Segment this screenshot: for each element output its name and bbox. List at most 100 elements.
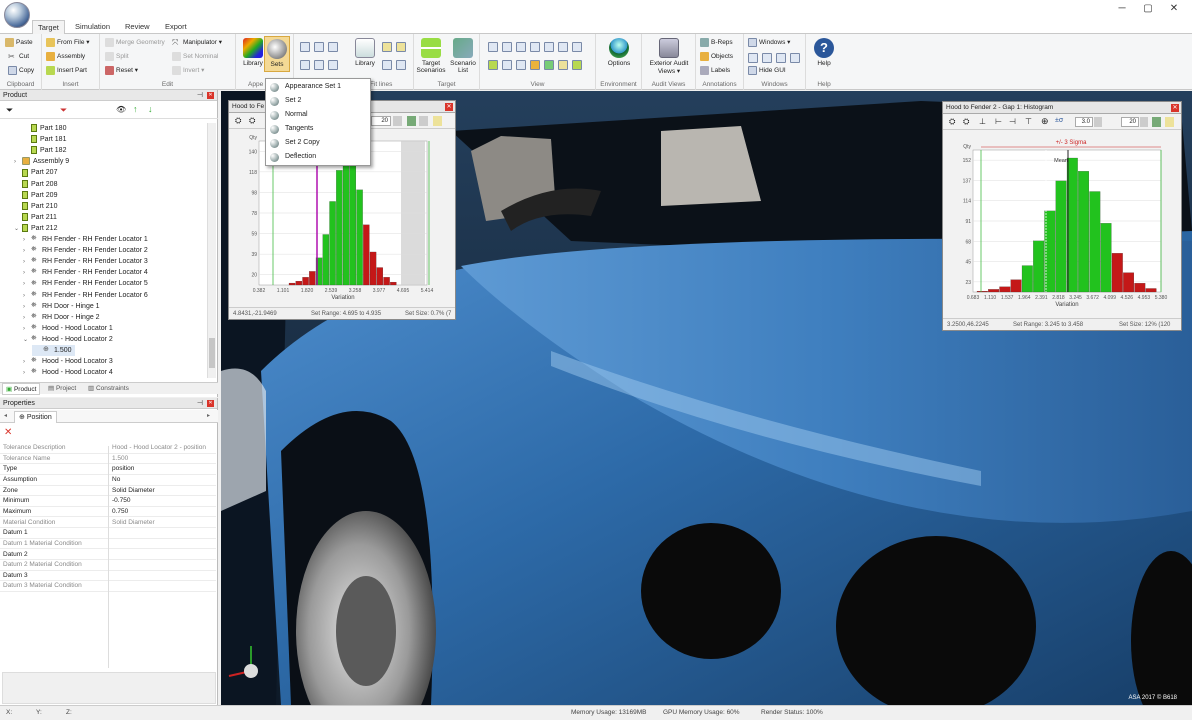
layout-icon[interactable] xyxy=(790,53,800,63)
binoculars-icon[interactable]: 👁 xyxy=(116,105,126,114)
fit-tool-icon-1[interactable] xyxy=(300,42,310,52)
property-value[interactable]: Solid Diameter xyxy=(112,486,155,497)
reset-button[interactable]: Reset ▾ xyxy=(105,65,138,76)
fit-tool-icon-6[interactable] xyxy=(328,60,338,70)
histogram-right-titlebar[interactable]: Hood to Fender 2 - Gap 1: Histogram ✕ xyxy=(943,102,1181,114)
menu-item-deflection[interactable]: Deflection xyxy=(266,150,370,164)
bins-spinner-2[interactable] xyxy=(419,116,428,126)
tab-product[interactable]: ▣ Product xyxy=(2,383,41,395)
help-button[interactable]: ? Help xyxy=(809,36,839,67)
tab-constraints[interactable]: ▥ Constraints xyxy=(88,383,129,395)
tree-item[interactable]: › ⛯ RH Fender - RH Fender Locator 3 xyxy=(23,256,148,267)
set-nominal-button[interactable]: Set Nominal xyxy=(172,51,218,62)
tree-scrollbar[interactable] xyxy=(207,123,216,378)
axis-x-icon[interactable]: ⊥ xyxy=(979,117,986,126)
breps-button[interactable]: B-Reps xyxy=(700,37,733,48)
scrollbar-thumb[interactable] xyxy=(209,338,215,368)
view-left-icon[interactable] xyxy=(516,42,526,52)
cascade-icon[interactable] xyxy=(748,53,758,63)
tree-item[interactable]: ⌄ Part 212 xyxy=(14,223,57,234)
maximize-button[interactable]: ▢ xyxy=(1140,3,1156,14)
menu-item-tangents[interactable]: Tangents xyxy=(266,122,370,136)
view-right-icon[interactable] xyxy=(530,42,540,52)
paste-button[interactable]: Paste xyxy=(5,37,33,48)
split-button[interactable]: Split xyxy=(105,51,129,62)
shade-icon[interactable] xyxy=(544,60,554,70)
zoom-fit-icon[interactable] xyxy=(530,60,540,70)
tab-review[interactable]: Review xyxy=(120,20,155,34)
select-part-icon[interactable] xyxy=(572,60,582,70)
zoom-out-icon[interactable] xyxy=(516,60,526,70)
label-toggle-icon[interactable] xyxy=(1165,117,1174,127)
property-value[interactable]: 1.500 xyxy=(112,454,128,465)
tree-item[interactable]: › ⛯ RH Door - Hinge 1 xyxy=(23,301,100,312)
options-button[interactable]: Options xyxy=(604,36,634,67)
tree-item[interactable]: › ⛯ RH Fender - RH Fender Locator 2 xyxy=(23,245,148,256)
view-bottom-icon[interactable] xyxy=(558,42,568,52)
edge-tool-icon-1[interactable] xyxy=(382,42,392,52)
close-histogram-icon[interactable]: ✕ xyxy=(445,103,453,111)
axis-z-icon[interactable]: ⊣ xyxy=(1009,117,1016,126)
property-value[interactable]: Solid Diameter xyxy=(112,518,155,529)
tree-item[interactable]: Part 181 xyxy=(23,134,66,145)
tab-scroll-left-icon[interactable]: ◂ xyxy=(4,412,7,419)
histogram-tool-icon-1[interactable]: ⛭ xyxy=(949,117,955,127)
tree-item[interactable]: › ⛯ Hood - Hood Locator 3 xyxy=(23,356,113,367)
tree-item[interactable]: Part 208 xyxy=(14,179,57,190)
tab-target[interactable]: Target xyxy=(32,20,65,35)
delete-icon[interactable]: ✕ xyxy=(4,428,12,438)
target-icon[interactable]: ⊕ xyxy=(1041,116,1049,127)
manipulator-button[interactable]: ⤧ Manipulator ▾ xyxy=(172,37,222,48)
menu-item-set-2[interactable]: Set 2 xyxy=(266,94,370,108)
tile-h-icon[interactable] xyxy=(762,53,772,63)
copy-button[interactable]: Copy xyxy=(8,65,34,76)
labels-button[interactable]: Labels xyxy=(700,65,730,76)
fit-tool-icon-4[interactable] xyxy=(300,60,310,70)
highlight-icon[interactable] xyxy=(558,60,568,70)
sets-button[interactable]: Sets xyxy=(264,36,290,72)
tree-item[interactable]: › ⛯ RH Fender - RH Fender Locator 6 xyxy=(23,290,148,301)
sigma-input[interactable]: 3.0 xyxy=(1075,117,1093,127)
histogram-tool-icon-2[interactable]: ⛭ xyxy=(963,117,969,127)
from-file-button[interactable]: From File ▾ xyxy=(46,37,90,48)
menu-item-set-2-copy[interactable]: Set 2 Copy xyxy=(266,136,370,150)
view-back-icon[interactable] xyxy=(502,42,512,52)
pin-icon[interactable]: ⊣ xyxy=(197,90,203,101)
tree-item[interactable]: Part 207 xyxy=(14,167,57,178)
zoom-in-icon[interactable] xyxy=(502,60,512,70)
pin-icon[interactable]: ⊣ xyxy=(197,398,203,409)
menu-item-appearance-set-1[interactable]: Appearance Set 1 xyxy=(266,80,370,94)
app-logo-icon[interactable] xyxy=(4,2,30,28)
invert-button[interactable]: Invert ▾ xyxy=(172,65,204,76)
arrow-down-icon[interactable]: ↓ xyxy=(148,104,153,114)
edge-tool-icon-2[interactable] xyxy=(396,42,406,52)
hide-gui-button[interactable]: Hide GUI xyxy=(748,65,786,76)
expand-chevron-icon[interactable]: ⌄ xyxy=(14,224,22,235)
property-value[interactable]: No xyxy=(112,475,120,486)
insert-part-button[interactable]: Insert Part xyxy=(46,65,87,76)
filter-icon[interactable]: ⏷ xyxy=(6,105,13,116)
bins-spinner[interactable] xyxy=(393,116,402,126)
tree-item[interactable]: Part 182 xyxy=(23,145,66,156)
close-panel-icon[interactable]: ✕ xyxy=(207,400,214,407)
clear-filter-icon[interactable]: ⏷ xyxy=(60,105,67,116)
tab-simulation[interactable]: Simulation xyxy=(70,20,115,34)
sigma-icon[interactable]: ±σ xyxy=(1055,117,1063,124)
fit-tool-icon-5[interactable] xyxy=(314,60,324,70)
edge-tool-icon-3[interactable] xyxy=(382,60,392,70)
export-icon[interactable] xyxy=(407,116,416,126)
tree-item[interactable]: › Assembly 9 xyxy=(14,156,69,167)
target-scenarios-button[interactable]: Target Scenarios xyxy=(416,36,446,74)
property-value[interactable]: position xyxy=(112,464,134,475)
tab-scroll-right-icon[interactable]: ▸ xyxy=(207,412,210,419)
objects-button[interactable]: Objects xyxy=(700,51,733,62)
tab-position[interactable]: ⊕ Position xyxy=(14,411,57,423)
tree-item[interactable]: ⊕ 1.500 xyxy=(32,345,75,356)
histogram-tool-icon-1[interactable]: ⛭ xyxy=(235,116,241,126)
axis-y-icon[interactable]: ⊢ xyxy=(995,117,1002,126)
tree-item[interactable]: › ⛯ RH Door - Hinge 2 xyxy=(23,312,100,323)
tree-item[interactable]: Part 210 xyxy=(14,201,57,212)
expand-chevron-icon[interactable]: ⌄ xyxy=(23,335,31,346)
tree-item[interactable]: › ⛯ RH Fender - RH Fender Locator 1 xyxy=(23,234,148,245)
property-value[interactable]: Hood - Hood Locator 2 - position xyxy=(112,443,206,454)
